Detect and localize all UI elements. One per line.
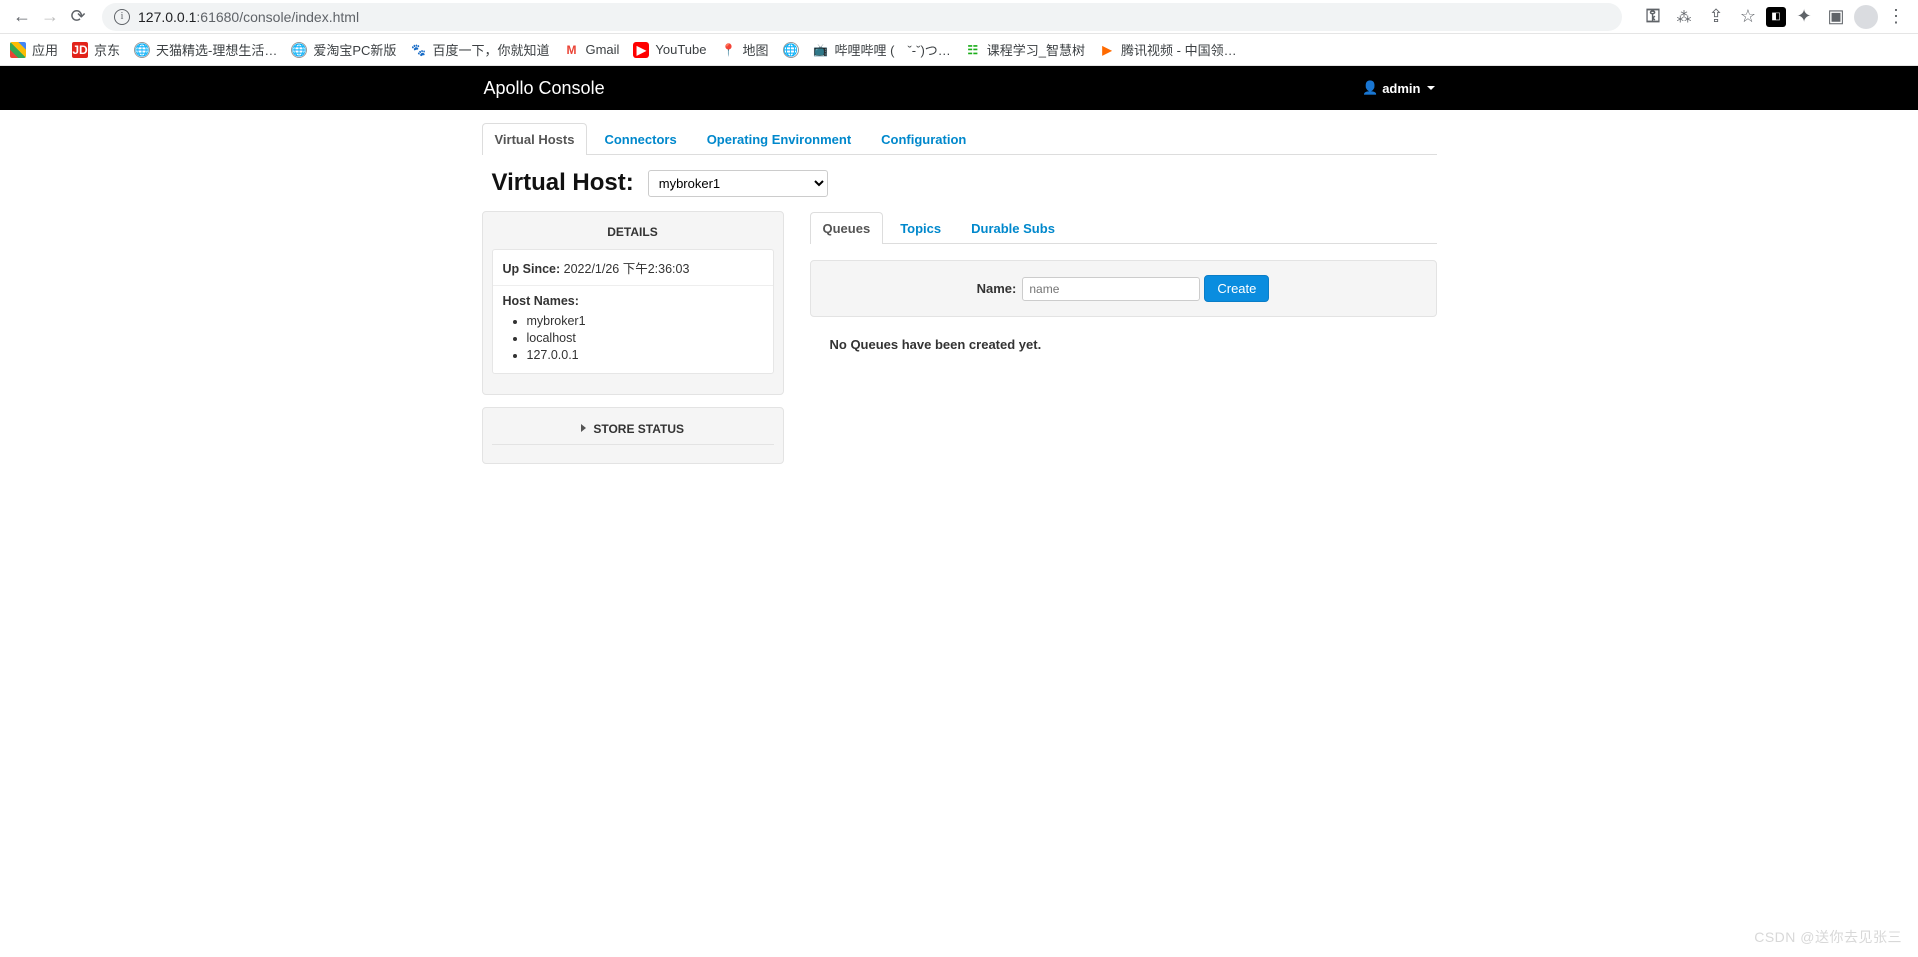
brand-title: Apollo Console (484, 78, 605, 99)
chevron-right-icon (581, 424, 586, 432)
bookmark-label: 课程学习_智慧树 (987, 40, 1085, 59)
host-names-row: Host Names: mybroker1 localhost 127.0.0.… (493, 286, 773, 373)
app-navbar: Apollo Console 👤 admin (0, 66, 1918, 110)
user-icon: 👤 (1362, 80, 1378, 96)
share-icon[interactable]: ⇪ (1702, 3, 1730, 31)
toolbar-right: ⚿ ⁂ ⇪ ☆ ◧ ✦ ▣ ⋮ (1638, 3, 1910, 31)
store-status-label: STORE STATUS (593, 422, 684, 436)
reload-button[interactable]: ⟳ (64, 3, 92, 31)
bookmark-label: 京东 (94, 40, 120, 59)
tab-durable-subs[interactable]: Durable Subs (958, 212, 1068, 244)
up-since-row: Up Since: 2022/1/26 下午2:36:03 (493, 250, 773, 286)
jd-icon: JD (72, 42, 88, 58)
extension-icon-1[interactable]: ◧ (1766, 7, 1786, 27)
name-label: Name: (977, 281, 1017, 296)
tab-virtual-hosts[interactable]: Virtual Hosts (482, 123, 588, 155)
bookmark-apps[interactable]: 应用 (10, 40, 58, 59)
host-name-item: mybroker1 (527, 314, 763, 328)
virtual-host-heading: Virtual Host: mybroker1 (492, 169, 1437, 197)
globe-icon: 🌐 (783, 42, 799, 58)
translate-icon[interactable]: ⁂ (1670, 3, 1698, 31)
bookmark-aitaobao[interactable]: 🌐 爱淘宝PC新版 (291, 40, 396, 59)
empty-queues-message: No Queues have been created yet. (830, 337, 1437, 352)
tab-topics[interactable]: Topics (887, 212, 954, 244)
bookmark-globe[interactable]: 🌐 (783, 42, 799, 58)
zhihuishu-icon: ☷ (965, 42, 981, 58)
kebab-menu-icon[interactable]: ⋮ (1882, 3, 1910, 31)
create-queue-form: Name: Create (810, 260, 1437, 317)
browser-toolbar: ← → ⟳ i 127.0.0.1:61680/console/index.ht… (0, 0, 1918, 34)
virtual-host-label: Virtual Host: (492, 169, 634, 197)
bookmark-label: 地图 (743, 40, 769, 59)
globe-icon: 🌐 (134, 42, 150, 58)
bookmark-maps[interactable]: 📍 地图 (721, 40, 769, 59)
bookmark-label: 百度一下，你就知道 (432, 40, 549, 59)
bookmark-tmall[interactable]: 🌐 天猫精选-理想生活… (134, 40, 277, 59)
store-status-panel: STORE STATUS (482, 407, 784, 464)
up-since-value: 2022/1/26 下午2:36:03 (564, 262, 690, 276)
bookmark-jd[interactable]: JD 京东 (72, 40, 120, 59)
bookmarks-bar: 应用 JD 京东 🌐 天猫精选-理想生活… 🌐 爱淘宝PC新版 🐾 百度一下，你… (0, 34, 1918, 66)
caret-down-icon (1427, 86, 1435, 90)
main-column: Queues Topics Durable Subs Name: Create … (810, 211, 1437, 352)
tab-queues[interactable]: Queues (810, 212, 884, 244)
virtual-host-select[interactable]: mybroker1 (648, 170, 828, 197)
forward-button[interactable]: → (36, 3, 64, 31)
bookmark-tencent-video[interactable]: ▶ 腾讯视频 - 中国领… (1099, 40, 1237, 59)
host-names-list: mybroker1 localhost 127.0.0.1 (503, 314, 763, 362)
watermark: CSDN @送你去见张三 (1754, 927, 1902, 947)
tab-configuration[interactable]: Configuration (868, 123, 979, 155)
password-key-icon[interactable]: ⚿ (1638, 3, 1666, 31)
host-names-label: Host Names: (503, 294, 579, 308)
address-bar[interactable]: i 127.0.0.1:61680/console/index.html (102, 3, 1622, 31)
url-host: 127.0.0.1 (138, 9, 196, 25)
create-button[interactable]: Create (1204, 275, 1269, 302)
side-panel-icon[interactable]: ▣ (1822, 3, 1850, 31)
admin-username: admin (1382, 81, 1420, 96)
globe-icon: 🌐 (291, 42, 307, 58)
url-path: :61680/console/index.html (196, 9, 359, 25)
bookmark-label: 腾讯视频 - 中国领… (1121, 40, 1237, 59)
bookmark-zhihuishu[interactable]: ☷ 课程学习_智慧树 (965, 40, 1085, 59)
bookmark-gmail[interactable]: M Gmail (563, 42, 619, 58)
site-info-icon[interactable]: i (114, 9, 130, 25)
up-since-label: Up Since: (503, 262, 561, 276)
extensions-puzzle-icon[interactable]: ✦ (1790, 3, 1818, 31)
tencent-video-icon: ▶ (1099, 42, 1115, 58)
gmail-icon: M (563, 42, 579, 58)
bookmark-bilibili[interactable]: 📺 哔哩哔哩 ( ˇ-ˇ)つ… (813, 40, 951, 59)
back-button[interactable]: ← (8, 3, 36, 31)
tab-operating-environment[interactable]: Operating Environment (694, 123, 864, 155)
content-columns: DETAILS Up Since: 2022/1/26 下午2:36:03 Ho… (482, 211, 1437, 464)
bookmark-label: 天猫精选-理想生活… (156, 40, 277, 59)
bilibili-icon: 📺 (813, 42, 829, 58)
bookmark-label: Gmail (585, 42, 619, 57)
bookmark-youtube[interactable]: ▶ YouTube (633, 42, 706, 58)
sidebar: DETAILS Up Since: 2022/1/26 下午2:36:03 Ho… (482, 211, 784, 464)
details-heading: DETAILS (492, 221, 774, 249)
bookmark-label: 哔哩哔哩 ( ˇ-ˇ)つ… (835, 40, 951, 59)
tab-connectors[interactable]: Connectors (591, 123, 689, 155)
youtube-icon: ▶ (633, 42, 649, 58)
maps-pin-icon: 📍 (721, 42, 737, 58)
store-status-toggle[interactable]: STORE STATUS (492, 416, 774, 445)
apps-grid-icon (10, 42, 26, 58)
bookmark-label: YouTube (655, 42, 706, 57)
host-name-item: localhost (527, 331, 763, 345)
details-panel: DETAILS Up Since: 2022/1/26 下午2:36:03 Ho… (482, 211, 784, 395)
host-name-item: 127.0.0.1 (527, 348, 763, 362)
details-body: Up Since: 2022/1/26 下午2:36:03 Host Names… (492, 249, 774, 374)
bookmark-label: 爱淘宝PC新版 (313, 40, 396, 59)
bookmark-label: 应用 (32, 40, 58, 59)
admin-dropdown[interactable]: 👤 admin (1362, 80, 1434, 96)
star-icon[interactable]: ☆ (1734, 3, 1762, 31)
sub-tabs: Queues Topics Durable Subs (810, 211, 1437, 244)
baidu-icon: 🐾 (410, 42, 426, 58)
page-container: Virtual Hosts Connectors Operating Envir… (482, 110, 1437, 464)
main-tabs: Virtual Hosts Connectors Operating Envir… (482, 122, 1437, 155)
profile-avatar-icon[interactable] (1854, 5, 1878, 29)
bookmark-baidu[interactable]: 🐾 百度一下，你就知道 (410, 40, 549, 59)
queue-name-input[interactable] (1022, 277, 1200, 301)
